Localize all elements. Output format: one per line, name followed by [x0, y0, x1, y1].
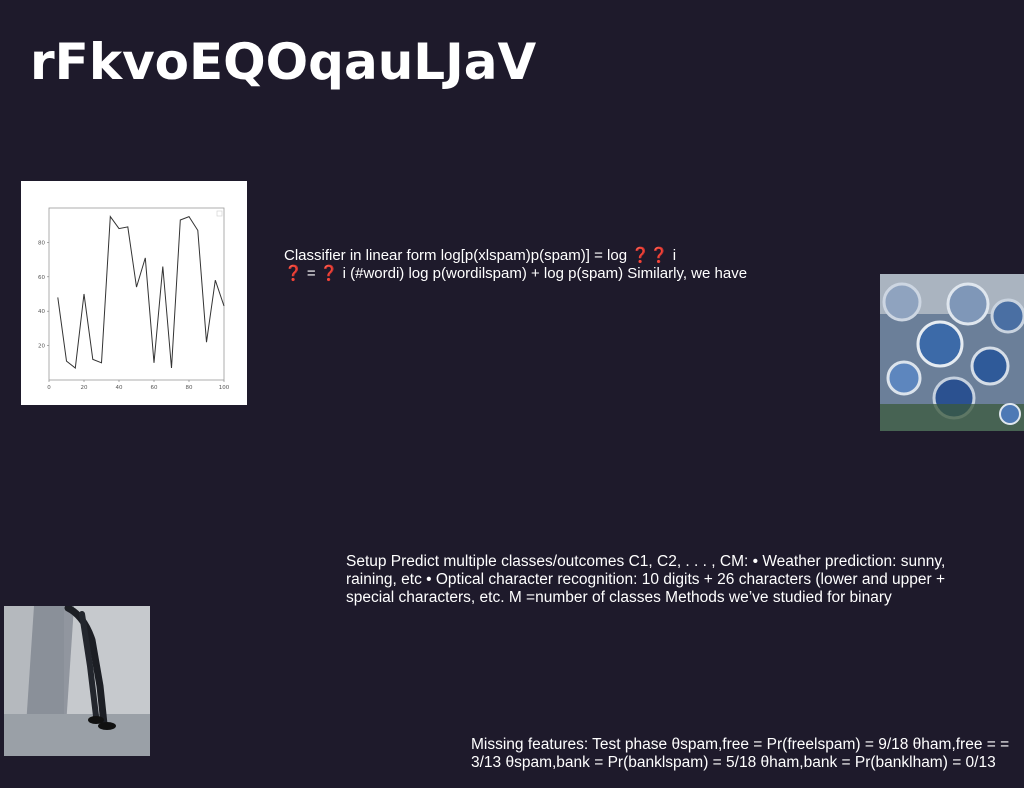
- photo-blue-objects: [880, 274, 1024, 431]
- y-tick-label: 40: [38, 309, 45, 315]
- line-chart-svg: 0 20 40 60 80 100 20 40 60 80: [38, 207, 230, 391]
- line-chart: 0 20 40 60 80 100 20 40 60 80: [21, 181, 247, 405]
- x-tick-label: 100: [219, 385, 230, 391]
- classifier-text-line2: ❓ = ❓ i (#wordi) log p(wordilspam) + log…: [284, 265, 748, 282]
- x-tick-label: 60: [151, 385, 158, 391]
- photo-person-graphic: [4, 606, 150, 756]
- y-tick-label: 20: [38, 344, 45, 350]
- missing-features-text: Missing features: Test phase θspam,free …: [471, 736, 1010, 771]
- y-tick-label: 80: [38, 240, 45, 246]
- x-tick-label: 40: [116, 385, 123, 391]
- slide-title: rFkvoEQOqauLJaV: [30, 33, 537, 91]
- chart-series-line: [57, 215, 225, 369]
- classifier-text-line1: Classifier in linear form log[p(xlspam)p…: [284, 247, 677, 264]
- setup-text: Setup Predict multiple classes/outcomes …: [346, 553, 946, 606]
- y-tick-label: 60: [38, 275, 45, 281]
- x-tick-label: 80: [186, 385, 193, 391]
- photo-person: [4, 606, 150, 756]
- x-tick-label: 0: [47, 385, 51, 391]
- chart-ticks: 0 20 40 60 80 100 20 40 60 80: [38, 240, 230, 391]
- classifier-text: Classifier in linear form log[p(xlspam)p…: [284, 247, 764, 283]
- x-tick-label: 20: [81, 385, 88, 391]
- legend-placeholder: [216, 210, 223, 217]
- photo-blue-objects-graphic: [880, 274, 1024, 431]
